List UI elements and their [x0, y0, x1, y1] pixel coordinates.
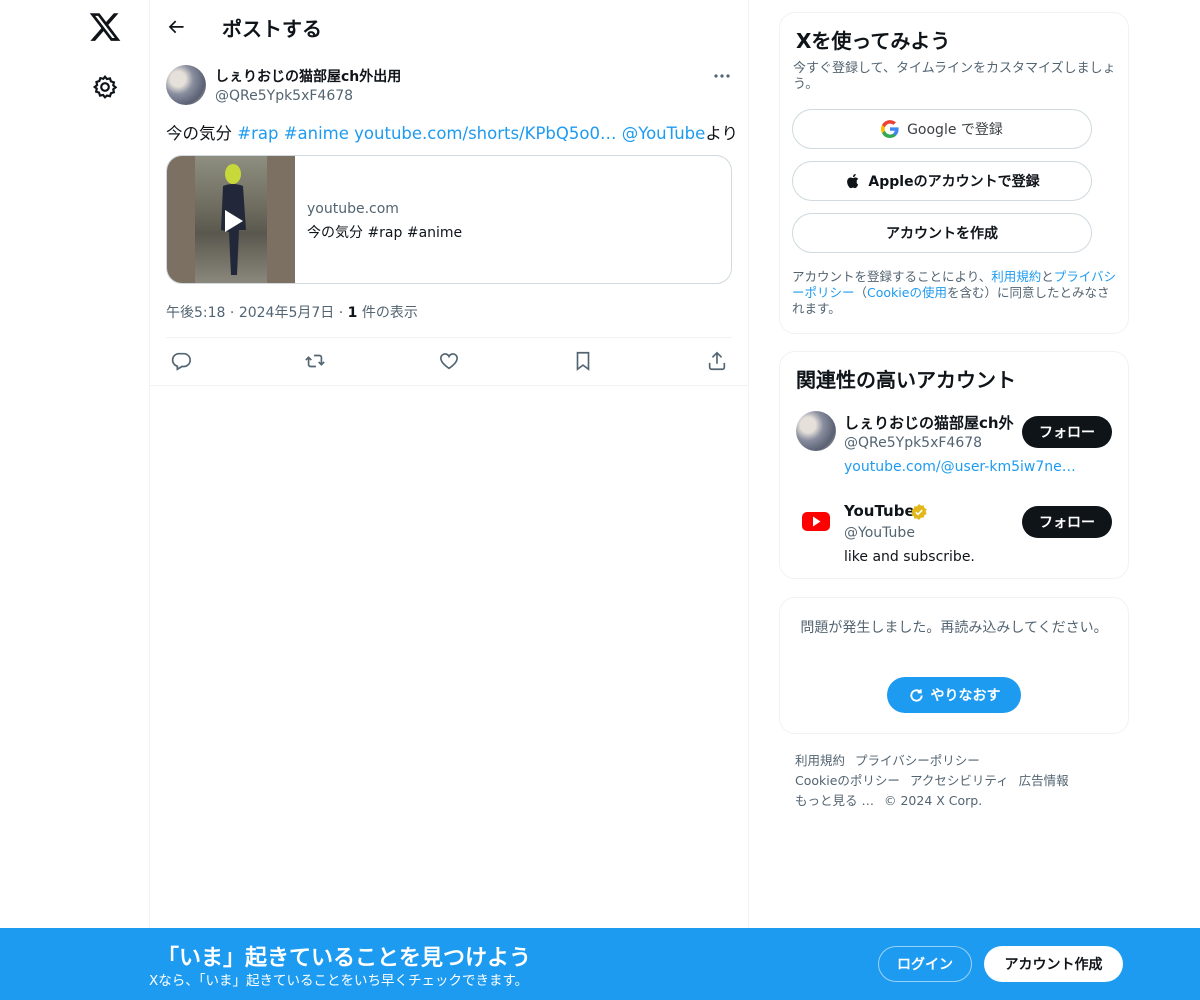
play-icon	[225, 210, 243, 232]
avatar[interactable]	[796, 411, 836, 451]
card-thumbnail	[167, 156, 295, 283]
author-handle[interactable]: @QRe5Ypk5xF4678	[215, 88, 353, 104]
related-account-handle[interactable]: @YouTube	[844, 525, 915, 541]
google-signup-label: Google で登録	[907, 122, 1003, 138]
like-icon[interactable]	[438, 350, 460, 372]
terms-text: （	[854, 285, 868, 300]
views-label: 件の表示	[357, 305, 418, 321]
footer-more-link[interactable]: もっと見る …	[795, 793, 874, 808]
apple-icon	[847, 173, 859, 189]
footer-links: 利用規約 プライバシーポリシー Cookieのポリシー アクセシビリティ 広告情報 も…	[795, 751, 1115, 811]
google-icon	[881, 120, 899, 138]
x-logo-icon[interactable]	[88, 10, 122, 44]
post-text-suffix: より	[705, 124, 738, 143]
post-meta: 午後5:18 · 2024年5月7日 · 1 件の表示	[166, 305, 418, 321]
retry-label: やりなおす	[930, 688, 1001, 704]
related-account-bio: like and subscribe.	[844, 549, 975, 565]
views-count: 1	[347, 305, 358, 321]
footer-link[interactable]: 広告情報	[1019, 773, 1069, 788]
author-name[interactable]: しぇりおじの猫部屋ch外出用	[215, 66, 401, 86]
refresh-icon	[909, 688, 923, 702]
terms-link[interactable]: 利用規約	[991, 269, 1041, 284]
column-divider	[149, 0, 150, 928]
post-time[interactable]: 午後5:18	[166, 305, 225, 321]
divider	[166, 337, 732, 338]
terms-text: と	[1041, 269, 1054, 284]
arrow-left-icon[interactable]	[164, 15, 188, 39]
post-text-prefix: 今の気分	[166, 124, 238, 143]
card-domain: youtube.com	[307, 201, 399, 217]
hashtag-anime[interactable]: #anime	[284, 124, 349, 143]
error-panel	[779, 597, 1129, 734]
apple-signup-label: Appleのアカウントで登録	[868, 174, 1040, 190]
copyright: © 2024 X Corp.	[883, 793, 983, 808]
related-account-handle[interactable]: @QRe5Ypk5xF4678	[844, 435, 982, 451]
login-button[interactable]: ログイン	[878, 946, 972, 982]
signup-description: 今すぐ登録して、タイムラインをカスタマイズしましょう。	[793, 61, 1116, 92]
repost-icon[interactable]	[304, 350, 326, 372]
post-date[interactable]: 2024年5月7日	[239, 305, 334, 321]
post-url[interactable]: youtube.com/shorts/KPbQ5o0…	[354, 124, 616, 143]
error-message: 問題が発生しました。再読み込みしてください。	[800, 620, 1108, 636]
bottom-bar-subtitle: Xなら、「いま」起きていることをいち早くチェックできます。	[149, 973, 529, 989]
related-account-bio-link[interactable]: youtube.com/@user-km5iw7ne…	[844, 459, 1084, 475]
reply-icon[interactable]	[170, 350, 192, 372]
more-options-icon[interactable]	[712, 66, 732, 86]
signup-button[interactable]: アカウント作成	[984, 946, 1123, 982]
apple-signup-button[interactable]: Appleのアカウントで登録	[792, 161, 1092, 201]
create-account-label: アカウントを作成	[886, 226, 998, 242]
signup-terms: アカウントを登録することにより、利用規約とプライバシーポリシー（Cookieの使…	[792, 269, 1120, 317]
retry-button[interactable]: やりなおす	[887, 677, 1021, 713]
terms-text: アカウントを登録することにより、	[792, 269, 992, 284]
bookmark-icon[interactable]	[572, 350, 594, 372]
related-account-name[interactable]: しぇりおじの猫部屋ch外	[844, 412, 1014, 433]
footer-link[interactable]: アクセシビリティ	[910, 773, 1009, 788]
footer-link[interactable]: 利用規約	[795, 753, 845, 768]
follow-button[interactable]: フォロー	[1022, 506, 1112, 538]
share-icon[interactable]	[706, 350, 728, 372]
author-avatar[interactable]	[166, 65, 206, 105]
gear-icon[interactable]	[92, 74, 118, 100]
follow-button[interactable]: フォロー	[1022, 416, 1112, 448]
page-title: ポストする	[222, 17, 322, 41]
cookie-link[interactable]: Cookieの使用	[867, 285, 947, 300]
related-accounts-title: 関連性の高いアカウント	[796, 368, 1016, 392]
hashtag-rap[interactable]: #rap	[237, 124, 278, 143]
related-account-name[interactable]: YouTube	[844, 502, 915, 520]
link-card[interactable]: youtube.com 今の気分 #rap #anime	[166, 155, 732, 284]
google-signup-button[interactable]: Google で登録	[792, 109, 1092, 149]
divider	[150, 385, 748, 386]
footer-link[interactable]: Cookieのポリシー	[795, 773, 900, 788]
mention-youtube[interactable]: @YouTube	[622, 124, 706, 143]
signup-title: Xを使ってみよう	[796, 29, 951, 53]
verified-badge-icon	[910, 503, 928, 521]
footer-link[interactable]: プライバシーポリシー	[855, 753, 980, 768]
card-title: 今の気分 #rap #anime	[307, 225, 463, 241]
column-divider	[748, 0, 749, 928]
post-text: 今の気分 #rap #anime youtube.com/shorts/KPbQ…	[166, 120, 738, 144]
create-account-button[interactable]: アカウントを作成	[792, 213, 1092, 253]
bottom-bar-title: 「いま」起きていることを見つけよう	[157, 946, 532, 971]
youtube-logo-icon[interactable]	[796, 501, 836, 541]
